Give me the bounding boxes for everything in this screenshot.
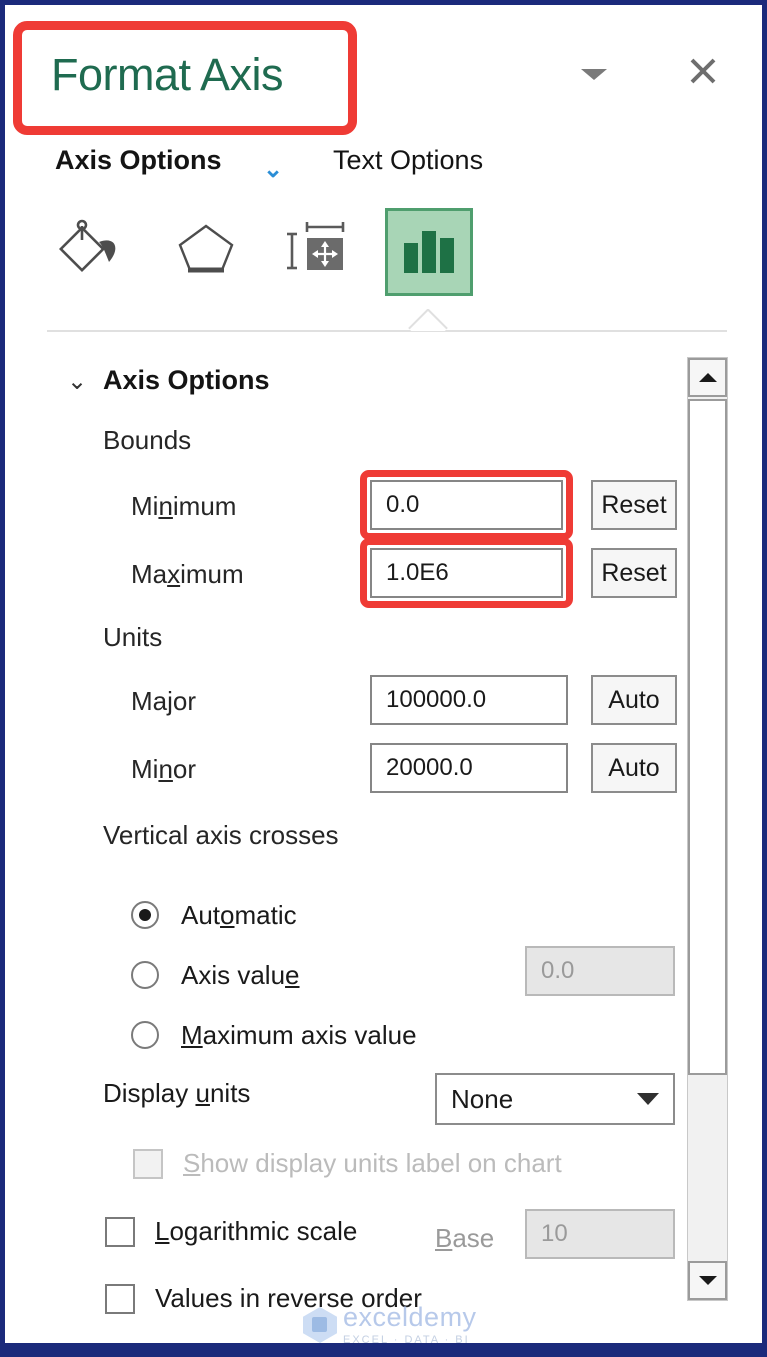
major-unit-label: Major bbox=[131, 686, 196, 717]
active-tab-indicator bbox=[408, 309, 450, 331]
radio-selected-icon bbox=[131, 901, 159, 929]
watermark-name: exceldemy bbox=[343, 1304, 477, 1331]
size-and-properties-button[interactable] bbox=[275, 203, 361, 295]
radio-maximum-axis-value-label: Maximum axis value bbox=[181, 1020, 417, 1051]
radio-automatic[interactable]: Automatic bbox=[131, 893, 297, 937]
scrollbar-thumb[interactable] bbox=[688, 399, 727, 1075]
checkbox-show-display-units-label[interactable]: Show display units label on chart bbox=[133, 1148, 562, 1179]
radio-axis-value[interactable]: Axis value bbox=[131, 953, 300, 997]
pane-options-dropdown-button[interactable] bbox=[573, 53, 615, 95]
pane-tab-bar: Axis Options ⌄ Text Options bbox=[5, 145, 762, 193]
minor-unit-label: Minor bbox=[131, 754, 196, 785]
maximum-input[interactable]: 1.0E6 bbox=[370, 548, 563, 598]
screenshot-frame: Format Axis Axis Options ⌄ Text Options bbox=[0, 0, 767, 1357]
watermark: exceldemy EXCEL · DATA · BI bbox=[303, 1301, 493, 1343]
close-icon bbox=[688, 56, 718, 86]
close-button[interactable] bbox=[681, 49, 725, 93]
size-and-properties-icon bbox=[283, 218, 353, 280]
axis-options-content: ⌄ Axis Options Bounds Minimum 0.0 Reset … bbox=[5, 343, 685, 1343]
scrollbar-down-button[interactable] bbox=[688, 1261, 727, 1300]
pane-title-bar: Format Axis bbox=[5, 5, 762, 145]
tab-axis-options[interactable]: Axis Options bbox=[55, 145, 222, 176]
maximum-label: Maximum bbox=[131, 559, 244, 590]
caret-down-icon bbox=[581, 69, 607, 80]
radio-axis-value-label: Axis value bbox=[181, 960, 300, 991]
base-input[interactable]: 10 bbox=[525, 1209, 675, 1259]
radio-automatic-label: Automatic bbox=[181, 900, 297, 931]
display-units-label: Display units bbox=[103, 1078, 250, 1109]
major-unit-auto-button[interactable]: Auto bbox=[591, 675, 677, 725]
scroll-down-arrow-icon bbox=[699, 1276, 717, 1285]
chevron-down-icon[interactable]: ⌄ bbox=[67, 367, 87, 396]
major-unit-input[interactable]: 100000.0 bbox=[370, 675, 568, 725]
scroll-up-arrow-icon bbox=[699, 373, 717, 382]
checkbox-unchecked-icon bbox=[105, 1284, 135, 1314]
display-units-selected-value: None bbox=[451, 1084, 637, 1115]
tab-text-options[interactable]: Text Options bbox=[333, 145, 483, 176]
checkbox-show-display-units-label-text: Show display units label on chart bbox=[183, 1148, 562, 1179]
radio-unselected-icon bbox=[131, 1021, 159, 1049]
format-category-toolbar bbox=[5, 203, 762, 313]
axis-options-icon bbox=[398, 223, 460, 281]
minor-unit-auto-button[interactable]: Auto bbox=[591, 743, 677, 793]
radio-maximum-axis-value[interactable]: Maximum axis value bbox=[131, 1013, 417, 1057]
axis-value-input[interactable]: 0.0 bbox=[525, 946, 675, 996]
checkbox-logarithmic-scale-text: Logarithmic scale bbox=[155, 1216, 357, 1247]
base-label: Base bbox=[435, 1223, 494, 1254]
axis-options-section-header: Axis Options bbox=[103, 365, 270, 396]
checkbox-unchecked-icon bbox=[133, 1149, 163, 1179]
minimum-reset-button[interactable]: Reset bbox=[591, 480, 677, 530]
fill-and-line-button[interactable] bbox=[51, 203, 137, 295]
toolbar-separator bbox=[47, 330, 727, 332]
units-group-label: Units bbox=[103, 622, 162, 653]
format-axis-pane: Format Axis Axis Options ⌄ Text Options bbox=[5, 5, 762, 1343]
watermark-tagline: EXCEL · DATA · BI bbox=[343, 1334, 477, 1343]
fill-and-line-icon bbox=[59, 218, 129, 280]
minor-unit-input[interactable]: 20000.0 bbox=[370, 743, 568, 793]
pane-scrollbar[interactable] bbox=[687, 357, 728, 1301]
chevron-down-icon[interactable]: ⌄ bbox=[263, 155, 283, 184]
maximum-reset-button[interactable]: Reset bbox=[591, 548, 677, 598]
exceldemy-logo-icon bbox=[303, 1307, 337, 1343]
axis-options-button[interactable] bbox=[385, 208, 473, 296]
checkbox-unchecked-icon bbox=[105, 1217, 135, 1247]
scrollbar-up-button[interactable] bbox=[688, 358, 727, 397]
caret-down-icon bbox=[637, 1093, 659, 1105]
vertical-axis-crosses-group-label: Vertical axis crosses bbox=[103, 820, 339, 851]
display-units-select[interactable]: None bbox=[435, 1073, 675, 1125]
radio-unselected-icon bbox=[131, 961, 159, 989]
effects-button[interactable] bbox=[163, 203, 249, 295]
minimum-label: Minimum bbox=[131, 491, 236, 522]
page-title: Format Axis bbox=[51, 49, 341, 101]
effects-icon bbox=[172, 218, 240, 280]
checkbox-logarithmic-scale[interactable]: Logarithmic scale bbox=[105, 1216, 357, 1247]
minimum-input[interactable]: 0.0 bbox=[370, 480, 563, 530]
bounds-group-label: Bounds bbox=[103, 425, 191, 456]
